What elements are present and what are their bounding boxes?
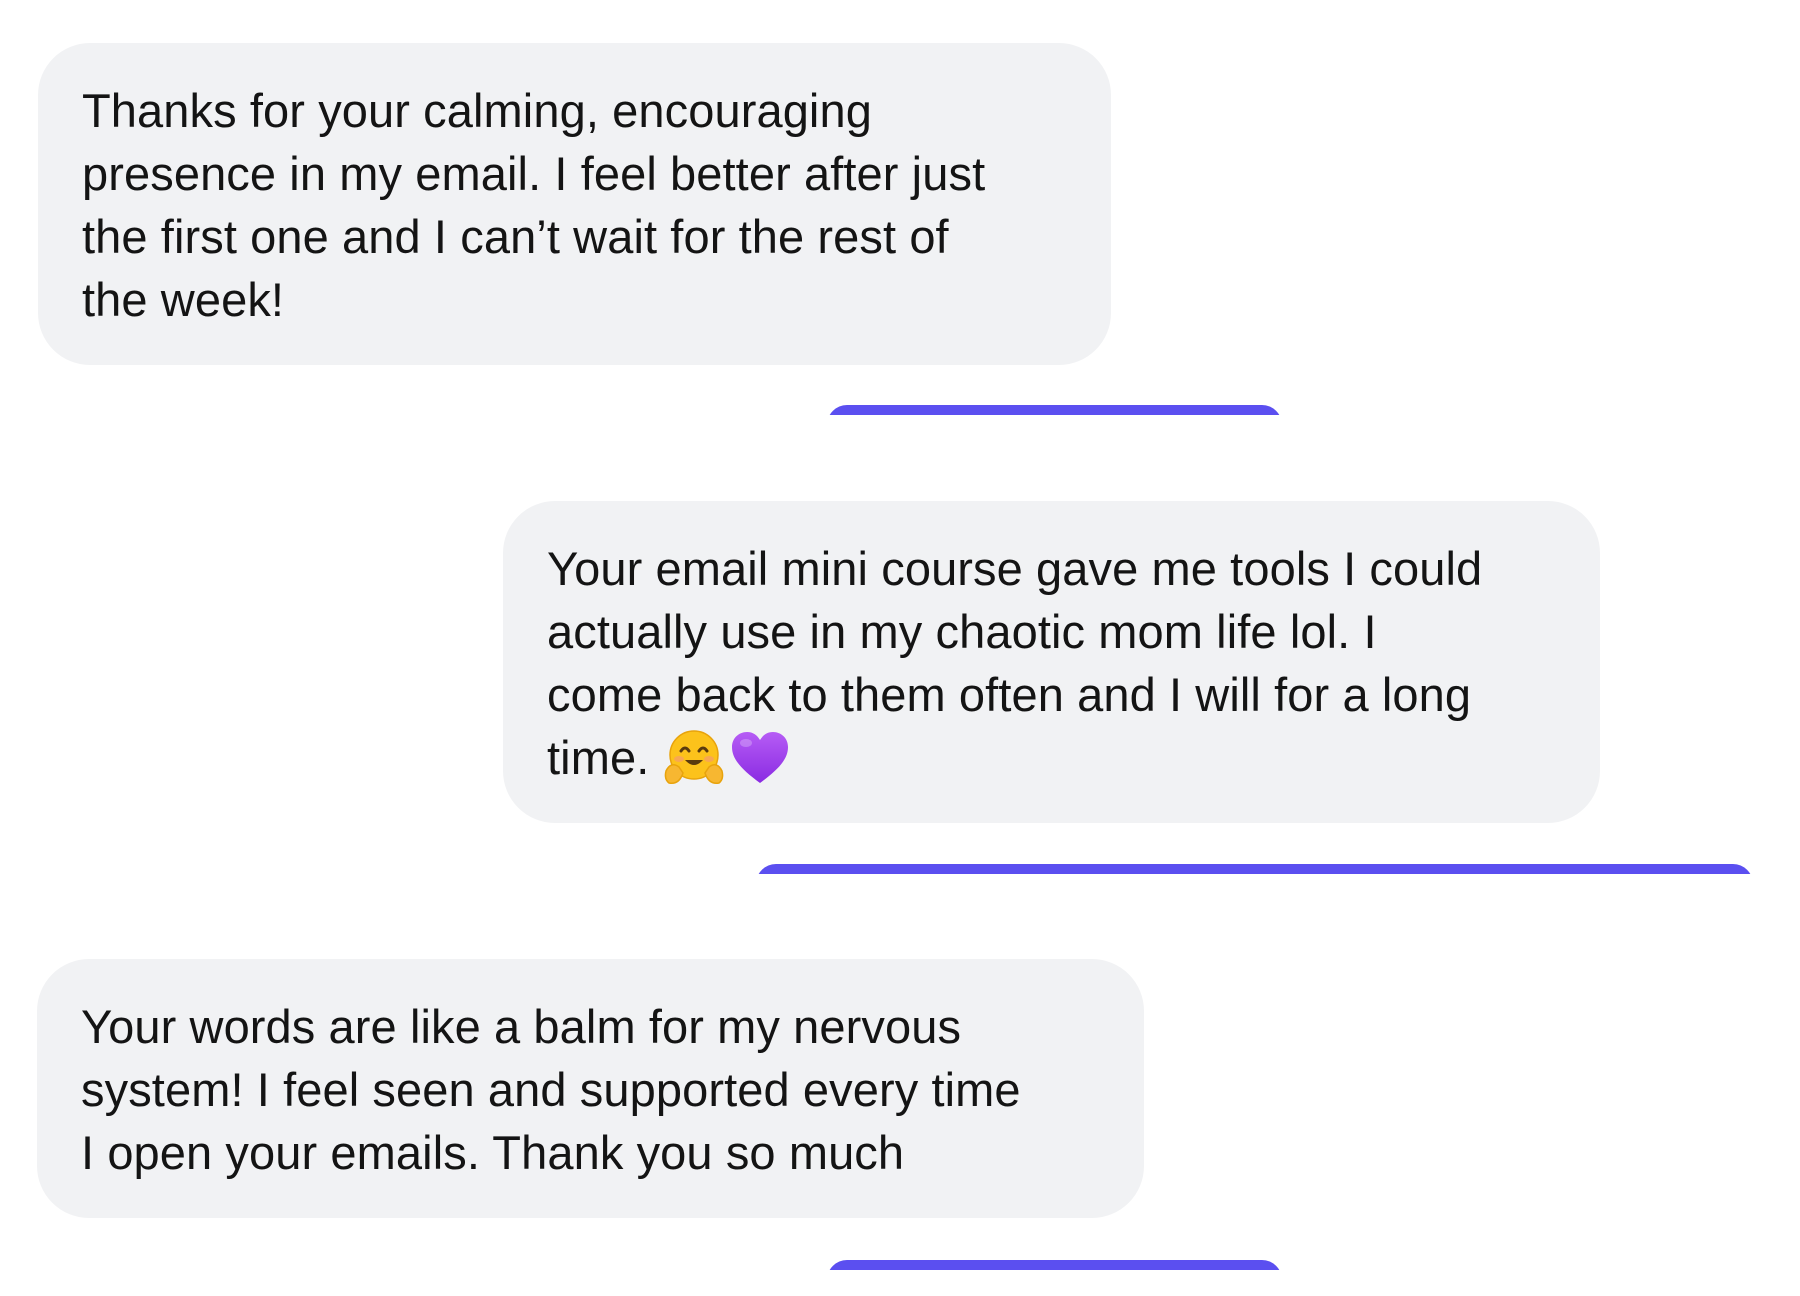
message-bubble-2: Your email mini course gave me tools I c… — [503, 501, 1600, 823]
accent-divider-2 — [756, 864, 1753, 874]
message-bubble-3: Your words are like a balm for my nervou… — [37, 959, 1144, 1218]
hugging-face-emoji-icon — [663, 727, 725, 789]
message-text-2: Your email mini course gave me tools I c… — [547, 537, 1556, 789]
message-bubble-1: Thanks for your calming, encouraging pre… — [38, 43, 1111, 365]
message-text-3: Your words are like a balm for my nervou… — [81, 1000, 1021, 1179]
purple-heart-emoji-icon — [729, 727, 791, 789]
message-text-1: Thanks for your calming, encouraging pre… — [82, 84, 986, 326]
accent-divider-1 — [827, 405, 1282, 415]
accent-divider-3 — [827, 1260, 1282, 1270]
